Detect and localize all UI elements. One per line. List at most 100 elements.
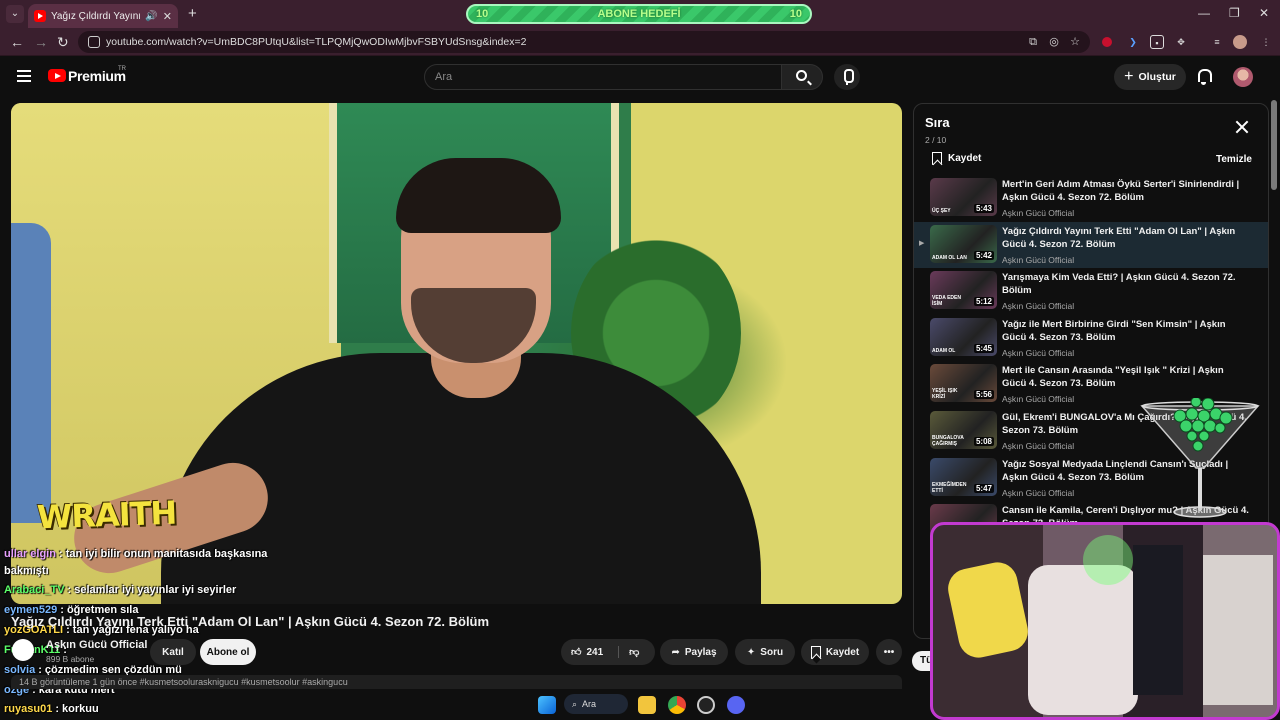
taskbar-search-label: Ara — [582, 699, 597, 709]
like-thumb-icon[interactable]: 👍︎ — [571, 646, 581, 658]
cocktail-glass-overlay — [1140, 398, 1260, 518]
video-duration: 5:43 — [973, 204, 994, 213]
tab-title: Yağız Çıldırdı Yayını Terk Etti — [51, 10, 141, 22]
speaker-icon[interactable]: 🔊 — [145, 11, 157, 22]
discord-icon[interactable] — [727, 696, 745, 714]
goal-label: ABONE HEDEFİ — [597, 8, 681, 20]
video-duration: 5:45 — [973, 343, 994, 353]
eye-off-icon[interactable]: ◎ — [1047, 35, 1061, 49]
subscribe-label: Abone ol — [206, 646, 250, 658]
thumbnail-caption: YEŞİL IŞIK KRİZİ — [932, 388, 958, 401]
extension-red-icon[interactable] — [1102, 37, 1112, 47]
page-scrollbar[interactable] — [1271, 100, 1277, 190]
video-thumbnail[interactable]: 5:08 BUNGALOVA ÇAĞIRMIŞ — [930, 410, 997, 449]
playlist-save-button[interactable]: Kaydet — [932, 152, 981, 165]
channel-avatar[interactable] — [12, 639, 34, 661]
join-label: Katıl — [162, 646, 184, 658]
save-button[interactable]: Kaydet — [801, 639, 869, 665]
playlist-item[interactable]: 5:12 VEDA EDEN İSİM Yarışmaya Kim Veda Ett… — [914, 268, 1268, 315]
dislike-thumb-icon[interactable]: 👎︎ — [618, 646, 639, 658]
playlist-item-title[interactable]: Yağız Çıldırdı Yayını Terk Etti "Adam Ol… — [1002, 225, 1250, 251]
share-arrow-icon: ➦ — [671, 646, 680, 658]
account-avatar[interactable] — [1233, 67, 1253, 87]
notifications-bell-icon[interactable] — [1197, 69, 1212, 85]
goal-current: 10 — [476, 8, 489, 20]
menu-icon[interactable] — [17, 70, 31, 82]
video-thumbnail[interactable]: 5:42 ADAM OL LAN — [930, 224, 997, 263]
like-count[interactable]: 241 — [586, 647, 603, 658]
share-button[interactable]: ➦ Paylaş — [660, 639, 728, 665]
voice-search-mic-icon[interactable] — [834, 64, 860, 90]
playlist-clear-button[interactable]: Temizle — [1216, 154, 1252, 165]
video-thumbnail[interactable]: 5:45 ADAM OL — [930, 317, 997, 356]
youtube-favicon-icon — [34, 10, 46, 22]
restore-icon[interactable]: ❐ — [1229, 6, 1240, 20]
back-icon[interactable]: ← — [10, 34, 24, 50]
extension-translate-icon[interactable]: ❯ — [1126, 35, 1140, 49]
video-player[interactable]: WRAITH — [11, 103, 902, 604]
tab-list-button[interactable]: ⌄ — [6, 5, 24, 23]
video-thumbnail[interactable]: 5:56 YEŞİL IŞIK KRİZİ — [930, 364, 997, 403]
playlist-item-title[interactable]: Mert'in Geri Adım Atması Öykü Serter'i S… — [1002, 178, 1250, 204]
playlist-item[interactable]: 5:45 ADAM OL Yağız ile Mert Birbirine Gird… — [914, 315, 1268, 362]
description-box[interactable]: 14 B görüntüleme 1 gün önce #kusmetsoolu… — [11, 675, 902, 689]
playlist-item-title[interactable]: Yağız ile Mert Birbirine Girdi "Sen Kims… — [1002, 318, 1250, 344]
playlist-item-channel: Aşkın Gücü Official — [1002, 347, 1075, 358]
bookmark-icon — [810, 645, 821, 659]
create-button[interactable]: + Oluştur — [1114, 64, 1186, 90]
channel-name[interactable]: Aşkın Gücü Official — [46, 639, 147, 651]
close-playlist-icon[interactable] — [1235, 120, 1249, 134]
playlist-item[interactable]: 5:43 ÜÇ ŞEY Mert'in Geri Adım Atması Öykü … — [914, 175, 1268, 222]
extension-box-icon[interactable]: ▪ — [1150, 35, 1164, 49]
subscriber-goal-overlay: 10 ABONE HEDEFİ 10 — [466, 4, 812, 24]
playlist-title: Sıra — [925, 115, 950, 130]
url-text[interactable]: youtube.com/watch?v=UmBDC8PUtqU&list=TLP… — [106, 36, 526, 48]
search-box[interactable] — [424, 64, 782, 90]
obs-icon[interactable] — [697, 696, 715, 714]
thumbnail-caption: ADAM OL — [932, 347, 956, 354]
browser-menu-icon[interactable]: ⋮ — [1259, 35, 1273, 49]
video-duration: 5:42 — [973, 250, 994, 260]
join-button[interactable]: Katıl — [150, 639, 196, 665]
ask-button[interactable]: ✦ Soru — [735, 639, 795, 665]
thumbnail-caption: ÜÇ ŞEY — [932, 208, 951, 214]
search-icon: ⌕ — [572, 698, 578, 709]
address-bar[interactable]: youtube.com/watch?v=UmBDC8PUtqU&list=TLP… — [78, 31, 1090, 53]
install-app-icon[interactable]: ⧉ — [1026, 35, 1040, 49]
profile-avatar-icon[interactable] — [1233, 35, 1247, 49]
now-playing-icon: ▶ — [919, 239, 925, 247]
search-input[interactable] — [435, 65, 755, 89]
site-info-icon[interactable] — [88, 36, 100, 48]
chrome-icon[interactable] — [668, 696, 686, 714]
playlist-item-title[interactable]: Mert ile Cansın Arasında "Yeşil Işık " K… — [1002, 364, 1250, 390]
video-thumbnail[interactable]: 5:47 EKMEĞİMDEN ETTİ — [930, 457, 997, 496]
window-close-icon[interactable]: ✕ — [1259, 6, 1269, 20]
browser-tab-active[interactable]: Yağız Çıldırdı Yayını Terk Etti 🔊 ✕ — [28, 4, 178, 28]
reload-icon[interactable]: ↻ — [57, 34, 69, 51]
playlist-item[interactable]: ▶ 5:42 ADAM OL LAN Yağız Çıldırdı Yayını Te… — [914, 221, 1268, 269]
reading-list-icon[interactable]: ≡ — [1210, 35, 1224, 49]
forward-icon[interactable]: → — [34, 34, 48, 50]
subscribe-button[interactable]: Abone ol — [200, 639, 256, 665]
video-thumbnail[interactable]: 5:12 VEDA EDEN İSİM — [930, 271, 997, 310]
youtube-logo-icon[interactable] — [48, 69, 66, 82]
thumbnail-caption: EKMEĞİMDEN ETTİ — [932, 481, 967, 494]
extensions-puzzle-icon[interactable]: ✥ — [1174, 35, 1188, 49]
taskbar-search[interactable]: ⌕ Ara — [564, 694, 628, 714]
chat-text: bakmıştı — [4, 565, 49, 577]
tab-close-icon[interactable]: ✕ — [163, 10, 172, 23]
bookmark-star-icon[interactable]: ☆ — [1068, 35, 1082, 49]
minimize-icon[interactable]: — — [1198, 6, 1210, 20]
playlist-item-channel: Aşkın Gücü Official — [1002, 254, 1075, 265]
video-thumbnail[interactable]: 5:43 ÜÇ ŞEY — [930, 178, 997, 216]
playlist-item-channel: Aşkın Gücü Official — [1002, 487, 1075, 498]
playlist-item-title[interactable]: Yarışmaya Kim Veda Etti? | Aşkın Gücü 4.… — [1002, 271, 1250, 297]
more-actions-button[interactable]: ••• — [876, 639, 902, 665]
new-tab-button[interactable]: + — [188, 5, 197, 22]
search-button[interactable] — [781, 64, 823, 90]
like-dislike-group: 👍︎ 241 👎︎ — [561, 639, 655, 665]
streamer-logo-overlay: WRAITH — [36, 493, 177, 537]
windows-start-icon[interactable] — [538, 696, 556, 714]
playlist-item-channel: Aşkın Gücü Official — [1002, 394, 1075, 405]
file-explorer-icon[interactable] — [638, 696, 656, 714]
